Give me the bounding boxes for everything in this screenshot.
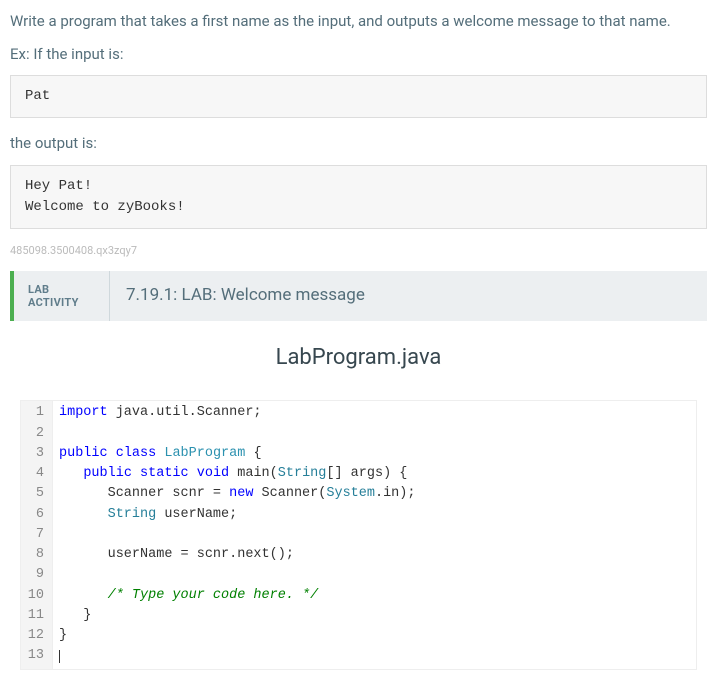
line-number: 13 <box>23 646 46 666</box>
code-line[interactable]: public static void main(String[] args) { <box>59 464 690 484</box>
line-number: 6 <box>23 505 46 525</box>
input-example-block: Pat <box>10 75 707 118</box>
output-label: the output is: <box>10 132 707 155</box>
lab-activity-label: LAB ACTIVITY <box>14 271 110 321</box>
cursor <box>59 650 60 664</box>
line-number: 4 <box>23 464 46 484</box>
lab-activity-header: LAB ACTIVITY 7.19.1: LAB: Welcome messag… <box>10 271 707 321</box>
line-number-gutter: 12345678910111213 <box>21 401 53 668</box>
line-number: 11 <box>23 606 46 626</box>
output-example-block: Hey Pat! Welcome to zyBooks! <box>10 165 707 229</box>
hash-id: 485098.3500408.qx3zqy7 <box>10 243 707 260</box>
code-line[interactable]: } <box>59 626 690 646</box>
line-number: 7 <box>23 525 46 545</box>
code-editor[interactable]: 12345678910111213 import java.util.Scann… <box>20 400 697 669</box>
line-number: 8 <box>23 545 46 565</box>
line-number: 5 <box>23 484 46 504</box>
file-name: LabProgram.java <box>10 341 707 374</box>
code-line[interactable] <box>59 646 690 666</box>
code-line[interactable]: } <box>59 606 690 626</box>
code-line[interactable]: String userName; <box>59 505 690 525</box>
code-line[interactable]: import java.util.Scanner; <box>59 403 690 423</box>
code-line[interactable]: userName = scnr.next(); <box>59 545 690 565</box>
code-line[interactable] <box>59 565 690 585</box>
lab-label-line-1: LAB <box>28 283 95 296</box>
lab-label-line-2: ACTIVITY <box>28 296 95 309</box>
line-number: 2 <box>23 424 46 444</box>
line-number: 10 <box>23 586 46 606</box>
line-number: 3 <box>23 444 46 464</box>
code-line[interactable]: /* Type your code here. */ <box>59 586 690 606</box>
code-content[interactable]: import java.util.Scanner; public class L… <box>53 401 696 668</box>
code-line[interactable] <box>59 424 690 444</box>
instruction-line-2: Ex: If the input is: <box>10 43 707 66</box>
instruction-line-1: Write a program that takes a first name … <box>10 10 707 33</box>
lab-activity-title: 7.19.1: LAB: Welcome message <box>110 283 381 309</box>
line-number: 12 <box>23 626 46 646</box>
line-number: 9 <box>23 565 46 585</box>
code-line[interactable] <box>59 525 690 545</box>
line-number: 1 <box>23 403 46 423</box>
code-line[interactable]: public class LabProgram { <box>59 444 690 464</box>
code-line[interactable]: Scanner scnr = new Scanner(System.in); <box>59 484 690 504</box>
